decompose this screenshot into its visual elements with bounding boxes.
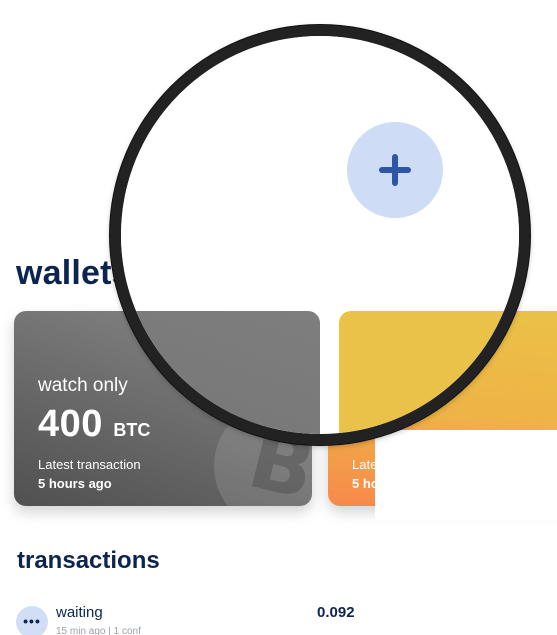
transactions-heading: transactions <box>17 547 160 574</box>
transaction-status: waiting <box>56 604 103 621</box>
magnified-background <box>121 36 519 311</box>
magnified-wallet-card-gray <box>121 311 320 434</box>
latest-transaction-label: Late <box>352 457 378 472</box>
transaction-amount: 0.092 <box>317 604 355 621</box>
latest-transaction-time: 5 hours ago <box>38 476 112 491</box>
magnified-wallet-card-gold <box>339 311 519 434</box>
magnifier-lens <box>110 25 530 445</box>
wallet-label: watch only <box>38 375 128 396</box>
latest-transaction-label: Latest transaction <box>38 457 141 472</box>
transaction-row[interactable]: ••• waiting 15 min ago | 1 conf 0.092 <box>16 604 376 635</box>
screen: wallets B watch only 400 BTC Latest tran… <box>0 0 557 635</box>
ellipsis-icon: ••• <box>16 606 48 635</box>
transaction-meta: 15 min ago | 1 conf <box>56 626 141 635</box>
card-clip-mask <box>375 430 557 520</box>
plus-icon <box>379 154 411 186</box>
add-wallet-button[interactable] <box>347 122 443 218</box>
wallet-balance-amount: 400 <box>38 403 103 445</box>
